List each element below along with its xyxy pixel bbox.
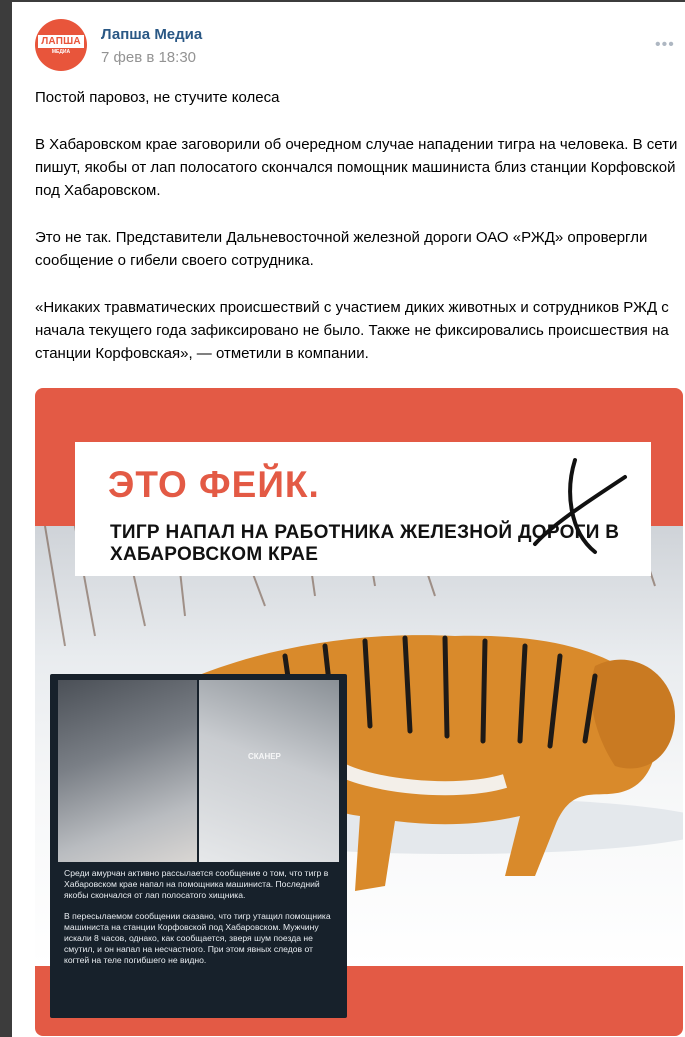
telegram-caption: Среди амурчан активно рассылается сообще… [64,868,340,976]
watermark: СКАНЕР [248,752,281,761]
train-wheel-photo [58,680,197,862]
post-paragraph: Постой паровоз, не стучите колеса [35,89,280,106]
fake-banner: ЭТО ФЕЙК. ТИГР НАПАЛ НА РАБОТНИКА ЖЕЛЕЗН… [75,442,651,576]
post-text: Постой паровоз, не стучите колеса В Хаба… [35,86,680,389]
avatar-logo-sub: МЕДИА [51,49,71,55]
post-paragraph: В Хабаровском крае заговорили об очередн… [35,136,678,199]
fake-title: ЭТО ФЕЙК. [108,464,320,505]
avatar-logo-text: ЛАПША [38,35,84,48]
ellipsis-icon[interactable]: ••• [655,36,675,54]
post-paragraph: «Никаких травматических происшествий с у… [35,299,669,362]
snow-scene-photo [199,680,339,862]
avatar[interactable]: ЛАПША МЕДИА [35,19,87,71]
post-date-link[interactable]: 7 фев в 18:30 [101,49,196,66]
telegram-caption-1: Среди амурчан активно рассылается сообще… [64,868,329,900]
post-image[interactable]: ЭТО ФЕЙК. ТИГР НАПАЛ НА РАБОТНИКА ЖЕЛЕЗН… [35,388,683,1036]
telegram-screenshot: Среди амурчан активно рассылается сообще… [50,674,347,1018]
post-author-link[interactable]: Лапша Медиа [101,26,202,43]
telegram-caption-2: В пересылаемом сообщении сказано, что ти… [64,911,331,965]
post-paragraph: Это не так. Представители Дальневосточно… [35,229,648,269]
wall-post: ЛАПША МЕДИА Лапша Медиа 7 фев в 18:30 ••… [12,2,685,1037]
cross-scribble-icon [533,458,627,554]
